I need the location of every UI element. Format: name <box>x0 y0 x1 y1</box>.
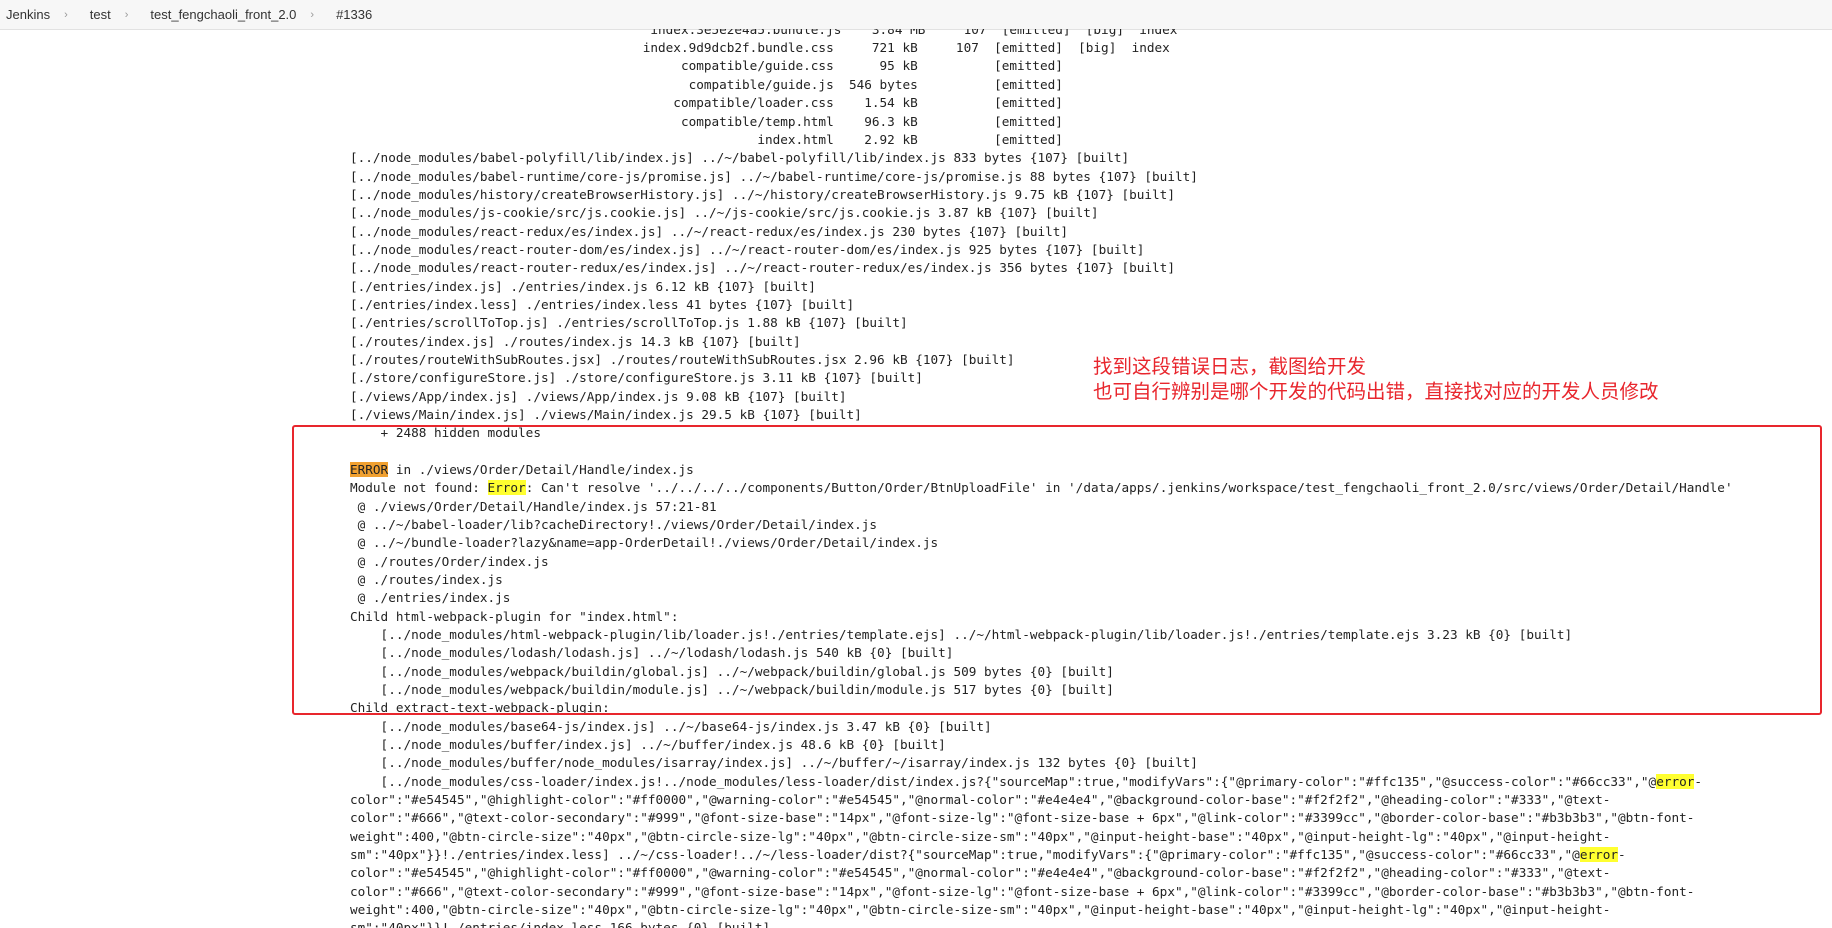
breadcrumb-separator: › <box>310 8 315 21</box>
console-line: [./views/App/index.js] ./views/App/index… <box>350 389 847 404</box>
console-line: color":"#e54545","@highlight-color":"#ff… <box>350 865 1611 880</box>
annotation-line: 找到这段错误日志，截图给开发 <box>1093 355 1367 378</box>
error-keyword: error <box>1579 847 1619 862</box>
less-text: - <box>1618 847 1626 862</box>
breadcrumb-separator: › <box>64 8 68 21</box>
breadcrumb: Jenkins › test › test_fengchaoli_front_2… <box>0 0 1832 30</box>
console-line: [./entries/index.js] ./entries/index.js … <box>350 279 816 294</box>
breadcrumb-separator: › <box>124 8 129 21</box>
breadcrumb-jenkins[interactable]: Jenkins <box>0 7 60 22</box>
console-line: [../node_modules/history/createBrowserHi… <box>350 187 1175 202</box>
console-line: color":"#666","@text-color-secondary":"#… <box>350 884 1695 899</box>
console-line: compatible/guide.css 95 kB [emitted] <box>574 58 1063 73</box>
console-line: compatible/guide.js 546 bytes [emitted] <box>574 77 1063 92</box>
console-line: compatible/loader.css 1.54 kB [emitted] <box>574 95 1063 110</box>
console-line: [../node_modules/buffer/index.js] ../~/b… <box>350 737 946 752</box>
console-line: color":"#e54545","@highlight-color":"#ff… <box>350 792 1611 807</box>
console-line: index.9d9dcb2f.bundle.css 721 kB 107 [em… <box>574 40 1170 55</box>
console-line: [./routes/routeWithSubRoutes.jsx] ./rout… <box>350 352 1015 367</box>
breadcrumb-build[interactable]: #1336 <box>330 7 382 22</box>
less-text: sm":"40px"}}!./entries/index.less] ../~/… <box>350 847 1580 862</box>
error-highlight-box <box>292 425 1822 715</box>
console-line: [../node_modules/react-router-redux/es/i… <box>350 260 1175 275</box>
console-line: [../node_modules/base64-js/index.js] ../… <box>350 719 992 734</box>
breadcrumb-job[interactable]: test_fengchaoli_front_2.0 <box>144 7 306 22</box>
console-line: [./entries/index.less] ./entries/index.l… <box>350 297 855 312</box>
console-line: [../node_modules/react-router-dom/es/ind… <box>350 242 1145 257</box>
console-line: [./entries/scrollToTop.js] ./entries/scr… <box>350 315 908 330</box>
annotation-line: 也可自行辨别是哪个开发的代码出错，直接找对应的开发人员修改 <box>1093 380 1659 403</box>
console-line: weight":400,"@btn-circle-size":"40px","@… <box>350 902 1611 917</box>
error-keyword: error <box>1656 774 1695 789</box>
console-line: [../node_modules/babel-runtime/core-js/p… <box>350 169 1198 184</box>
console-line: [./views/Main/index.js] ./views/Main/ind… <box>350 407 862 422</box>
console-line: index.3e5e2e4a5.bundle.js 3.84 MB 107 [e… <box>574 29 1178 37</box>
console-line: [../node_modules/babel-polyfill/lib/inde… <box>350 150 1130 165</box>
console-line: [../node_modules/buffer/node_modules/isa… <box>350 755 1198 770</box>
less-text: [../node_modules/css-loader/index.js!../… <box>350 774 1657 789</box>
console-line: weight":400,"@btn-circle-size":"40px","@… <box>350 829 1611 844</box>
console-line: color":"#666","@text-color-secondary":"#… <box>350 810 1695 825</box>
console-line: index.html 2.92 kB [emitted] <box>574 132 1063 147</box>
console-line: compatible/temp.html 96.3 kB [emitted] <box>574 114 1063 129</box>
console-line: [./store/configureStore.js] ./store/conf… <box>350 370 923 385</box>
breadcrumb-test[interactable]: test <box>84 7 121 22</box>
console-line: [../node_modules/js-cookie/src/js.cookie… <box>350 205 1099 220</box>
console-line: [../node_modules/css-loader/index.js!../… <box>350 773 1702 791</box>
console-line: sm":"40px"}}!./entries/index.less] ../~/… <box>350 846 1626 864</box>
console-line: [../node_modules/react-redux/es/index.js… <box>350 224 1069 239</box>
console-line: sm":"40px"}}!./entries/index.less 166 by… <box>350 920 771 928</box>
console-line: [./routes/index.js] ./routes/index.js 14… <box>350 334 801 349</box>
less-text: - <box>1694 774 1703 789</box>
annotation-note: 找到这段错误日志，截图给开发 也可自行辨别是哪个开发的代码出错，直接找对应的开发人… <box>1093 354 1659 404</box>
